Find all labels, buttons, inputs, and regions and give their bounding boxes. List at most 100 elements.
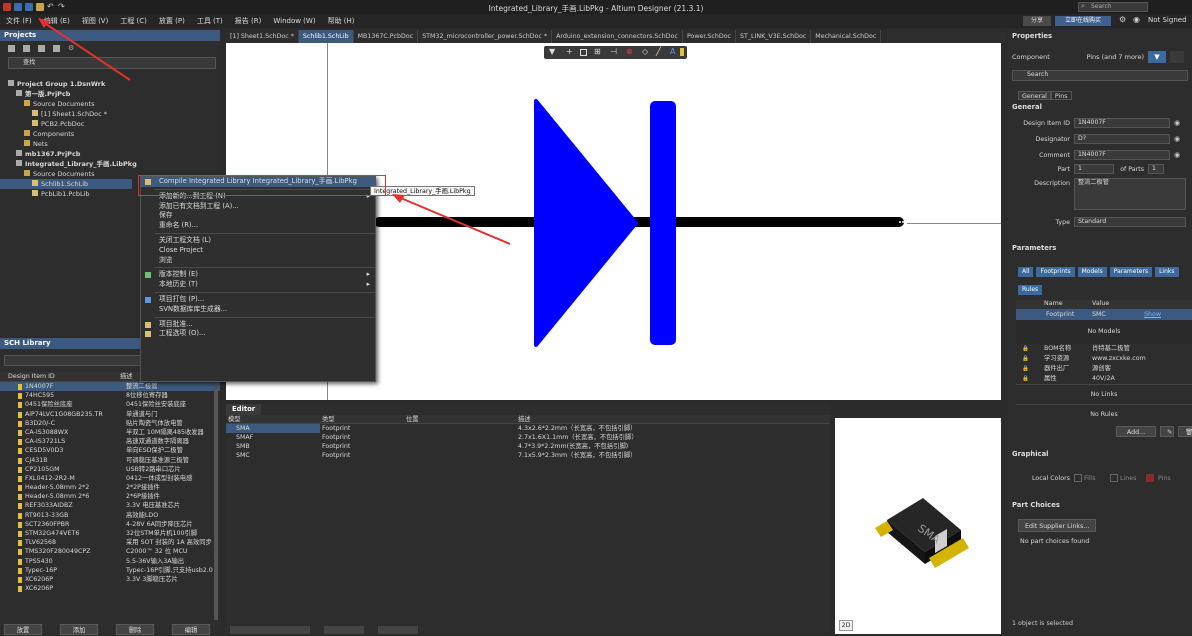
editor-column-header[interactable]: 模型 [226, 415, 320, 423]
pins-color-swatch[interactable] [1146, 474, 1154, 482]
table-row[interactable]: 🔒 属性 40V/2A [1016, 374, 1192, 384]
arrow-to-compile [395, 195, 511, 245]
parameter-filter-chips: All Footprints Models Parameters Links Rules [1018, 262, 1192, 298]
footprint-value[interactable]: SMC [1092, 309, 1144, 320]
selection-filter-label[interactable]: Pins (and 7 more) [1070, 53, 1148, 61]
fills-checkbox[interactable] [1074, 474, 1082, 482]
lock-icon: 🔒 [1022, 376, 1029, 382]
parameter-filter-chip[interactable]: Parameters [1109, 267, 1153, 277]
edit-supplier-links-button[interactable]: Edit Supplier Links... [1018, 519, 1097, 532]
parameter-rows: 🔒 BOM名称 肖特基二极管 🔒 学习资源 www.zxcxke.com 🔒 器件出厂 源创客 🔒… [1016, 344, 1192, 384]
properties-search-input[interactable]: Search [1012, 70, 1188, 81]
editor-column-header[interactable]: 类型 [320, 415, 404, 423]
table-row[interactable]: SMC Footprint 7.1x5.9*2.3mm（长宽高，不包括引脚） [226, 451, 830, 460]
table-cell: SMB [236, 443, 250, 450]
table-cell: 2.7x1.6X1.1mm（长宽高，不包括引脚） [518, 434, 638, 441]
param-name: 器件出厂 [1044, 365, 1070, 372]
footprint-row[interactable]: Footprint SMC Show [1016, 309, 1192, 320]
property-input[interactable]: D? [1074, 134, 1170, 144]
table-cell: Footprint [322, 443, 351, 450]
param-col-name[interactable]: Name [1016, 300, 1092, 309]
param-value: 源创客 [1092, 365, 1111, 372]
editor-edit-button[interactable] [378, 626, 418, 634]
parameter-filter-chip[interactable]: Footprints [1036, 267, 1075, 277]
settings-button[interactable] [1170, 51, 1184, 63]
parameter-filter-chip[interactable]: Rules [1018, 285, 1043, 295]
component-kind-label: Component [1012, 53, 1050, 61]
part-input[interactable]: 1 [1074, 164, 1114, 174]
arrow-to-menu [39, 19, 131, 81]
param-value: 肖特基二极管 [1092, 345, 1130, 352]
table-row[interactable]: SMA Footprint 4.3x2.6*2.2mm（长宽高，不包括引脚） [226, 424, 830, 433]
property-input[interactable]: 1N4007F [1074, 118, 1170, 128]
table-cell [404, 442, 516, 451]
properties-subtab[interactable]: Pins [1050, 91, 1072, 100]
properties-panel: Properties Component Pins (and 7 more) ▼… [1008, 30, 1192, 634]
table-row[interactable]: SMAF Footprint 2.7x1.6X1.1mm（长宽高，不包括引脚） [226, 433, 830, 442]
lock-icon: 🔒 [1022, 366, 1029, 372]
parameter-actions: Add... ✎ 🗑 [1116, 426, 1192, 437]
selection-status: 1 object is selected [1012, 620, 1074, 627]
param-col-value[interactable]: Value [1092, 300, 1109, 309]
param-name: 属性 [1044, 375, 1057, 382]
edit-parameter-button[interactable]: ✎ [1160, 426, 1174, 437]
table-cell [404, 433, 516, 442]
view-2d-button[interactable]: 2D [839, 620, 853, 631]
editor-tabbar: Editor [226, 404, 830, 415]
description-label: Description [1034, 180, 1070, 187]
property-row: Designator D? ◉ [1008, 133, 1192, 145]
part-choices-section-title[interactable]: Part Choices [1008, 500, 1192, 511]
part-label: Part [1057, 165, 1070, 173]
table-cell: SMA [226, 424, 320, 433]
footprint-3d-preview[interactable]: SMA 2D [835, 418, 1001, 634]
param-value: www.zxcxke.com [1092, 355, 1146, 362]
property-label: Designator [1035, 135, 1070, 143]
editor-column-header[interactable]: 描述 [516, 415, 826, 423]
table-row[interactable]: 🔒 器件出厂 源创客 [1016, 364, 1192, 374]
no-links-text: No Links [1016, 384, 1192, 404]
table-cell [404, 424, 516, 433]
type-select[interactable]: Standard [1074, 217, 1186, 227]
general-section-title[interactable]: General [1008, 102, 1192, 113]
parameters-section-title[interactable]: Parameters [1008, 243, 1192, 254]
fills-label: Fills [1084, 474, 1096, 482]
visibility-eye-icon[interactable]: ◉ [1170, 135, 1184, 143]
table-cell: SMAF [236, 434, 254, 441]
parameter-filter-chip[interactable]: Models [1077, 267, 1107, 277]
filter-button[interactable]: ▼ [1148, 51, 1166, 63]
table-row[interactable]: 🔒 学习资源 www.zxcxke.com [1016, 354, 1192, 364]
description-input[interactable]: 整流二极管 [1074, 178, 1186, 210]
table-cell: 4.7*3.9*2.2mm(长宽高，不包括引脚) [518, 443, 629, 450]
editor-column-header[interactable]: 位置 [404, 415, 516, 423]
property-input[interactable]: 1N4007F [1074, 150, 1170, 160]
delete-parameter-button[interactable]: 🗑 [1178, 426, 1192, 437]
editor-remove-button[interactable] [324, 626, 364, 634]
properties-subtabs: General Pins [1018, 91, 1192, 100]
footprint-show-link[interactable]: Show [1144, 309, 1161, 320]
general-fields: Design Item ID 1N4007F ◉ Designator D? ◉ Comme… [1008, 117, 1192, 161]
parameter-filter-chip[interactable]: Links [1155, 267, 1179, 277]
graphical-section-title[interactable]: Graphical [1008, 449, 1192, 460]
no-models-text: No Models [1016, 320, 1192, 344]
property-row: Comment 1N4007F ◉ [1008, 149, 1192, 161]
type-row: Type Standard [1008, 217, 1192, 229]
parameter-filter-chip[interactable]: All [1018, 267, 1034, 277]
lines-checkbox[interactable] [1110, 474, 1118, 482]
table-row[interactable]: SMB Footprint 4.7*3.9*2.2mm(长宽高，不包括引脚) [226, 442, 830, 451]
of-parts-label: of Parts [1120, 165, 1144, 173]
editor-tab[interactable]: Editor [226, 404, 262, 415]
table-cell: 4.3x2.6*2.2mm（长宽高，不包括引脚） [518, 425, 637, 432]
param-name: BOM名称 [1044, 345, 1072, 352]
table-cell: 7.1x5.9*2.3mm（长宽高，不包括引脚） [518, 452, 637, 459]
properties-subtab[interactable]: General [1018, 91, 1051, 100]
visibility-eye-icon[interactable]: ◉ [1170, 119, 1184, 127]
table-row[interactable]: 🔒 BOM名称 肖特基二极管 [1016, 344, 1192, 354]
footprint-name: Footprint [1046, 311, 1075, 318]
properties-title: Properties [1012, 32, 1053, 40]
visibility-eye-icon[interactable]: ◉ [1170, 151, 1184, 159]
editor-add-button[interactable] [230, 626, 310, 634]
part-row: Part 1 of Parts 1 [1008, 163, 1192, 175]
editor-panel: Editor 模型 类型 位置 描述 SMA Footprint 4.3x2.6*2.2m… [226, 404, 830, 634]
add-parameter-button[interactable]: Add... [1116, 426, 1156, 437]
no-rules-text: No Rules [1016, 404, 1192, 424]
